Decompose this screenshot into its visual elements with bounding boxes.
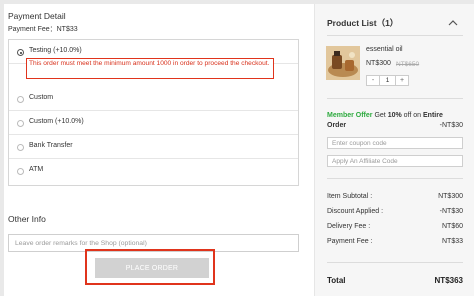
total-value: NT$363 <box>434 276 463 285</box>
summary-delivery-fee: Delivery Fee : NT$60 <box>327 223 463 233</box>
divider <box>327 35 463 36</box>
payment-fee-line: Payment Fee：NT$33 <box>8 26 78 33</box>
divider <box>327 262 463 263</box>
order-total: Total NT$363 <box>327 276 463 288</box>
product-original-price: NT$650 <box>396 61 420 68</box>
offer-amount: -NT$30 <box>439 122 463 129</box>
summary-label: Delivery Fee : <box>327 223 371 230</box>
quantity-stepper: - 1 + <box>366 75 409 86</box>
place-order-button[interactable]: PLACE ORDER <box>95 258 209 278</box>
radio-icon[interactable] <box>17 168 24 175</box>
chevron-up-icon[interactable] <box>448 20 458 26</box>
summary-payment-fee: Payment Fee : NT$33 <box>327 238 463 248</box>
summary-item-subtotal: Item Subtotal : NT$300 <box>327 193 463 203</box>
product-price: NT$300 <box>366 60 391 67</box>
order-summary-panel: Product List（1） essential oil NT$300 NT$… <box>315 4 474 296</box>
divider <box>327 98 463 99</box>
summary-value: NT$33 <box>441 238 463 245</box>
summary-label: Discount Applied : <box>327 208 384 215</box>
divider <box>327 178 463 179</box>
payment-method-label: Custom <box>29 94 54 101</box>
payment-method-label: ATM <box>29 166 44 173</box>
quantity-value[interactable]: 1 <box>379 76 396 85</box>
radio-checked-icon[interactable] <box>17 49 24 56</box>
member-offer-label: Member Offer <box>327 112 373 119</box>
total-label: Total <box>327 276 346 285</box>
offer-text: off on <box>401 112 423 119</box>
radio-icon[interactable] <box>17 96 24 103</box>
summary-label: Payment Fee : <box>327 238 373 245</box>
payment-method-label: Custom (+10.0%) <box>29 118 84 125</box>
payment-method-custom-plus[interactable]: Custom (+10.0%) <box>9 111 298 135</box>
decrease-quantity-button[interactable]: - <box>367 76 379 85</box>
summary-value: NT$300 <box>438 193 463 200</box>
other-info-title: Other Info <box>8 214 46 224</box>
payment-method-custom[interactable]: Custom <box>9 87 298 111</box>
summary-value: NT$60 <box>441 223 463 230</box>
minimum-order-warning: This order must meet the minimum amount … <box>26 58 274 79</box>
payment-method-label: Bank Transfer <box>29 142 73 149</box>
window-frame-left <box>0 0 4 296</box>
product-list-title: Product List（1） <box>327 18 399 28</box>
coupon-code-input[interactable] <box>327 137 463 149</box>
offer-percent: 10% <box>387 112 402 119</box>
payment-detail-title: Payment Detail <box>8 11 66 21</box>
radio-icon[interactable] <box>17 120 24 127</box>
payment-method-bank-transfer[interactable]: Bank Transfer <box>9 135 298 159</box>
offer-text: Get <box>372 112 388 119</box>
increase-quantity-button[interactable]: + <box>396 76 408 85</box>
radio-icon[interactable] <box>17 144 24 151</box>
payment-method-label: Testing (+10.0%) <box>29 47 82 54</box>
essential-oil-image <box>326 46 360 80</box>
product-name: essential oil <box>366 46 403 53</box>
summary-discount: Discount Applied : -NT$30 <box>327 208 463 218</box>
product-thumbnail <box>326 46 360 80</box>
summary-value: -NT$30 <box>439 208 463 215</box>
member-offer: Member Offer Get 10% off on Entire Order… <box>327 111 463 131</box>
summary-label: Item Subtotal : <box>327 193 373 200</box>
payment-method-atm[interactable]: ATM <box>9 159 298 183</box>
affiliate-code-input[interactable] <box>327 155 463 167</box>
